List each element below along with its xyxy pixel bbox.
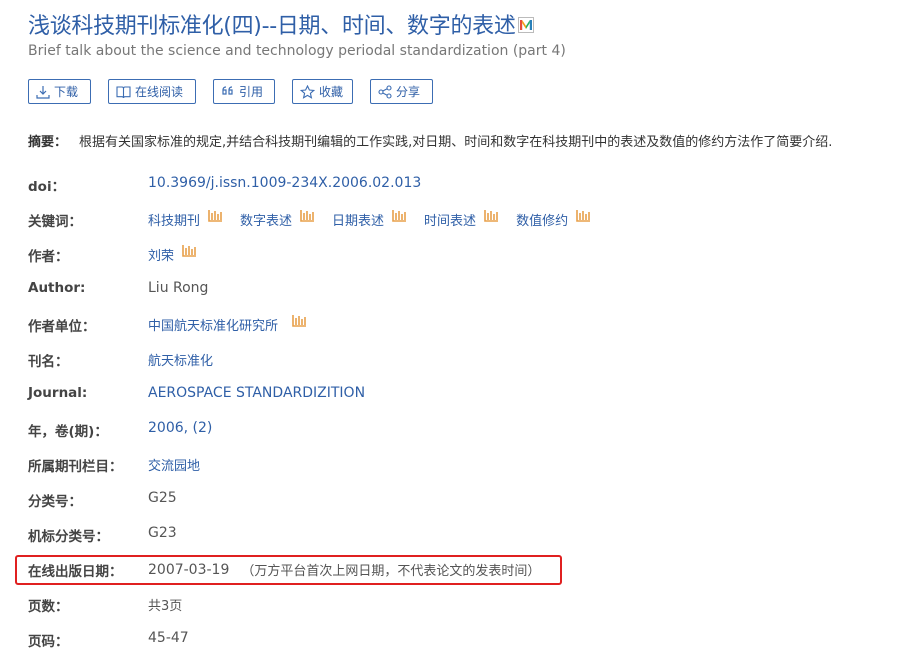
action-bar: 下载 在线阅读 引用 收藏 分享 <box>28 79 450 104</box>
page-range-value: 45-47 <box>148 630 189 646</box>
author-en-value: Liu Rong <box>148 280 209 296</box>
cite-label: 引用 <box>239 85 264 99</box>
share-icon <box>378 84 392 99</box>
online-date-note: （万方平台首次上网日期，不代表论文的发表时间） <box>241 564 541 579</box>
favorite-label: 收藏 <box>319 85 344 99</box>
keyword-item[interactable]: 数字表述 <box>240 209 315 229</box>
doi-label: doi： <box>28 179 66 195</box>
abstract-label: 摘要： <box>28 135 68 150</box>
author-en-label: Author: <box>28 280 86 296</box>
stats-bar-icon[interactable] <box>484 209 499 222</box>
share-button[interactable]: 分享 <box>370 79 433 104</box>
keyword-list: 科技期刊 数字表述 日期表述 时间表述 数值修约 <box>148 209 608 229</box>
read-online-label: 在线阅读 <box>135 85 184 99</box>
keywords-label: 关键词： <box>28 214 82 230</box>
journal-en-label: Journal: <box>28 385 88 401</box>
share-label: 分享 <box>396 85 421 99</box>
download-label: 下载 <box>54 85 79 99</box>
download-button[interactable]: 下载 <box>28 79 91 104</box>
article-subtitle: Brief talk about the science and technol… <box>28 43 566 59</box>
affiliation-link[interactable]: 中国航天标准化研究所 <box>148 314 307 334</box>
affiliation-label: 作者单位： <box>28 319 96 335</box>
cite-button[interactable]: 引用 <box>213 79 275 104</box>
keyword-item[interactable]: 时间表述 <box>424 209 499 229</box>
read-online-button[interactable]: 在线阅读 <box>108 79 196 104</box>
article-title: 浅谈科技期刊标准化(四)--日期、时间、数字的表述 <box>28 8 534 40</box>
pages-count-value: 共3页 <box>148 599 183 614</box>
stats-bar-icon[interactable] <box>182 244 197 257</box>
stats-bar-icon[interactable] <box>576 209 591 222</box>
machine-classification-value: G23 <box>148 525 177 541</box>
doi-link[interactable]: 10.3969/j.issn.1009-234X.2006.02.013 <box>148 175 421 191</box>
star-icon <box>300 84 315 99</box>
abstract-text: 根据有关国家标准的规定,并结合科技期刊编辑的工作实践,对日期、时间和数字在科技期… <box>79 135 833 150</box>
online-date-value: 2007-03-19 <box>148 561 230 578</box>
favorite-button[interactable]: 收藏 <box>292 79 353 104</box>
year-issue-link[interactable]: 2006, (2) <box>148 420 212 436</box>
author-link[interactable]: 刘荣 <box>148 244 197 264</box>
stats-bar-icon[interactable] <box>392 209 407 222</box>
m-badge-icon <box>517 17 534 33</box>
download-icon <box>36 85 50 99</box>
machine-classification-label: 机标分类号： <box>28 529 109 545</box>
journal-label: 刊名： <box>28 354 69 370</box>
keyword-item[interactable]: 日期表述 <box>332 209 407 229</box>
online-date-label: 在线出版日期： <box>28 564 123 580</box>
author-label: 作者： <box>28 249 69 265</box>
quote-icon <box>222 85 233 95</box>
stats-bar-icon[interactable] <box>208 209 223 222</box>
keyword-item[interactable]: 数值修约 <box>516 209 591 229</box>
column-label: 所属期刊栏目： <box>28 459 123 475</box>
journal-en-link[interactable]: AEROSPACE STANDARDIZITION <box>148 385 365 401</box>
article-title-text: 浅谈科技期刊标准化(四)--日期、时间、数字的表述 <box>28 14 516 39</box>
keyword-item[interactable]: 科技期刊 <box>148 209 223 229</box>
pages-count-label: 页数： <box>28 599 69 615</box>
classification-value: G25 <box>148 490 177 506</box>
year-issue-label: 年，卷(期)： <box>28 424 108 440</box>
page-range-label: 页码： <box>28 634 69 650</box>
column-link[interactable]: 交流园地 <box>148 455 200 474</box>
classification-label: 分类号： <box>28 494 82 510</box>
stats-bar-icon[interactable] <box>300 209 315 222</box>
stats-bar-icon[interactable] <box>292 314 307 327</box>
journal-link[interactable]: 航天标准化 <box>148 350 213 369</box>
book-icon <box>116 85 131 98</box>
abstract: 摘要： 根据有关国家标准的规定,并结合科技期刊编辑的工作实践,对日期、时间和数字在… <box>28 131 832 150</box>
